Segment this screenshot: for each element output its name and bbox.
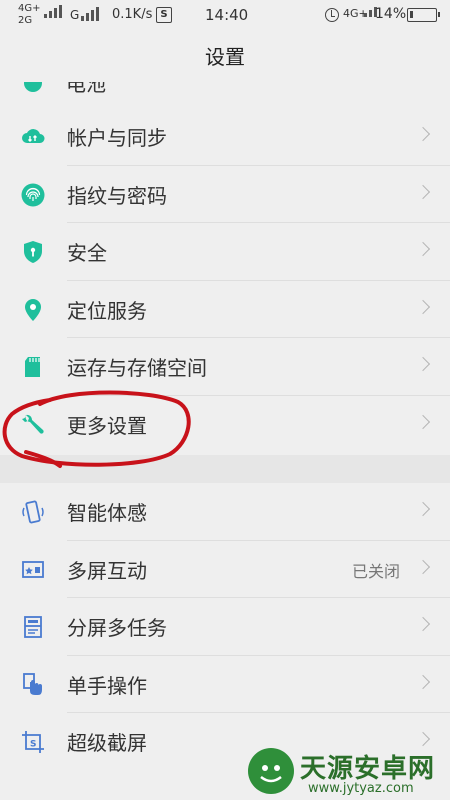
multi-screen-icon: [20, 557, 46, 583]
battery-percent: 14%: [375, 6, 407, 22]
split-screen-icon: [20, 614, 46, 640]
watermark-badge-icon: [248, 748, 294, 794]
chevron-right-icon: [415, 126, 431, 142]
watermark-logo: 天源安卓网 www.jytyaz.com: [248, 748, 450, 800]
svg-text:S: S: [30, 740, 36, 750]
signal-bars-icon: [81, 7, 99, 21]
dual-sim-signal: 4G+ 2G: [18, 3, 68, 29]
phone-screen: 4G+ 2G G 0.1K/s S 14:40 4G+ 14% 设置 电池 帐户…: [0, 0, 450, 800]
network-type-g: G: [70, 8, 80, 22]
battery-fill: [410, 11, 413, 18]
settings-item-label: 定位服务: [67, 298, 147, 323]
motion-phone-icon: [20, 499, 46, 525]
settings-item-label: 运存与存储空间: [67, 356, 207, 380]
cloud-sync-icon: [20, 124, 46, 150]
chevron-right-icon: [415, 414, 431, 429]
settings-item-label: 单手操作: [67, 673, 147, 698]
chevron-right-icon: [415, 299, 431, 314]
status-bar: 4G+ 2G G 0.1K/s S 14:40 4G+ 14%: [0, 0, 450, 32]
chevron-right-icon: [415, 356, 431, 372]
chevron-right-icon: [415, 501, 431, 517]
chevron-right-icon: [415, 559, 431, 574]
shield-icon: [20, 239, 46, 265]
clock: 14:40: [205, 6, 249, 24]
fingerprint-icon: [20, 182, 46, 208]
settings-item-label: 帐户与同步: [67, 126, 167, 150]
settings-item-label: 智能体感: [67, 501, 147, 525]
battery-setting-icon: [22, 82, 44, 98]
settings-item-fingerprint-password[interactable]: 指纹与密码: [0, 166, 450, 223]
chevron-right-icon: [415, 731, 431, 747]
settings-item-label: 指纹与密码: [67, 183, 167, 208]
settings-item-label: 安全: [67, 241, 107, 265]
location-pin-icon: [20, 297, 46, 323]
title-bar: 设置: [0, 32, 450, 82]
chevron-right-icon: [415, 184, 431, 199]
status-value: 已关闭: [351, 561, 400, 581]
settings-item-one-hand[interactable]: 单手操作: [0, 656, 450, 713]
sd-card-icon: [20, 354, 46, 380]
settings-item-account-sync[interactable]: 帐户与同步: [0, 108, 450, 166]
app-notification-icon: S: [156, 7, 172, 23]
network-type-top: 4G+: [18, 3, 41, 14]
chevron-right-icon: [415, 241, 431, 257]
network-type-bottom: 2G: [18, 15, 33, 26]
settings-item-more-settings[interactable]: 更多设置: [0, 396, 450, 454]
settings-item-label: 电池: [66, 82, 106, 96]
settings-item-security[interactable]: 安全: [0, 223, 450, 281]
settings-item-location[interactable]: 定位服务: [0, 281, 450, 338]
alarm-icon: [325, 8, 339, 22]
group-separator: [0, 455, 450, 483]
signal-bars-icon: [44, 5, 62, 18]
network-speed: 0.1K/s: [112, 7, 153, 22]
screenshot-icon: S: [20, 729, 46, 755]
watermark-title: 天源安卓网: [300, 754, 436, 784]
settings-item-label: 分屏多任务: [67, 616, 167, 640]
wrench-icon: [20, 412, 46, 438]
settings-item-smart-motion[interactable]: 智能体感: [0, 483, 450, 541]
settings-item-split-screen[interactable]: 分屏多任务: [0, 598, 450, 656]
settings-group-features: 智能体感 多屏互动 已关闭 分屏多任务 单手操作 S 超级截屏: [0, 483, 450, 771]
settings-item-label: 超级截屏: [67, 731, 147, 755]
chevron-right-icon: [415, 674, 431, 689]
one-hand-icon: [20, 672, 46, 698]
watermark-url: www.jytyaz.com: [308, 781, 414, 796]
chevron-right-icon: [415, 616, 431, 632]
settings-item-memory-storage[interactable]: 运存与存储空间: [0, 338, 450, 396]
page-title: 设置: [205, 45, 245, 69]
settings-item-partial[interactable]: 电池: [0, 82, 450, 102]
settings-item-label: 多屏互动: [67, 558, 147, 583]
settings-group-system: 帐户与同步 指纹与密码 安全 定位服务 运存与存储空间 更多设置: [0, 108, 450, 453]
settings-item-multi-screen[interactable]: 多屏互动 已关闭: [0, 541, 450, 598]
battery-icon: [407, 8, 440, 22]
settings-item-label: 更多设置: [67, 413, 147, 438]
